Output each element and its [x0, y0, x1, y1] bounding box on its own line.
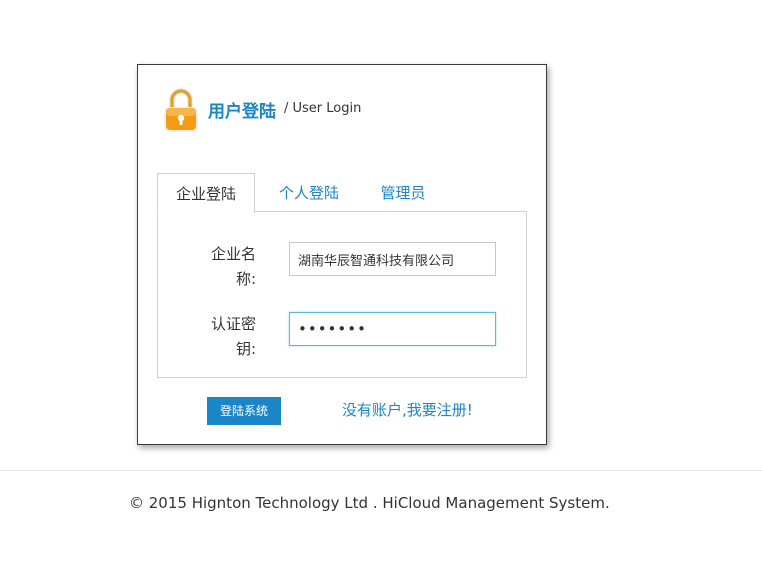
footer-copyright: © 2015 Hignton Technology Ltd . HiCloud … — [129, 494, 610, 512]
login-tabs: 企业登陆 个人登陆 管理员 — [157, 173, 527, 213]
tab-enterprise-login[interactable]: 企业登陆 — [157, 173, 255, 213]
company-name-input[interactable] — [289, 242, 496, 276]
tab-admin[interactable]: 管理员 — [365, 173, 441, 211]
auth-key-input[interactable] — [289, 312, 496, 346]
page: 用户登陆 / User Login 企业登陆 个人登陆 管理员 企业名称: 认证… — [0, 0, 762, 578]
tab-personal-login[interactable]: 个人登陆 — [265, 173, 353, 211]
login-button[interactable]: 登陆系统 — [207, 397, 281, 425]
page-title: 用户登陆 — [208, 102, 276, 122]
lock-icon — [163, 87, 199, 133]
company-name-label: 企业名称: — [210, 245, 256, 288]
register-link[interactable]: 没有账户,我要注册! — [342, 399, 473, 420]
login-panel: 用户登陆 / User Login 企业登陆 个人登陆 管理员 企业名称: 认证… — [137, 64, 547, 445]
auth-key-label: 认证密钥: — [210, 315, 256, 358]
footer-divider — [0, 470, 762, 471]
page-subtitle: / User Login — [284, 101, 362, 116]
login-form: 企业名称: 认证密钥: — [157, 211, 527, 378]
